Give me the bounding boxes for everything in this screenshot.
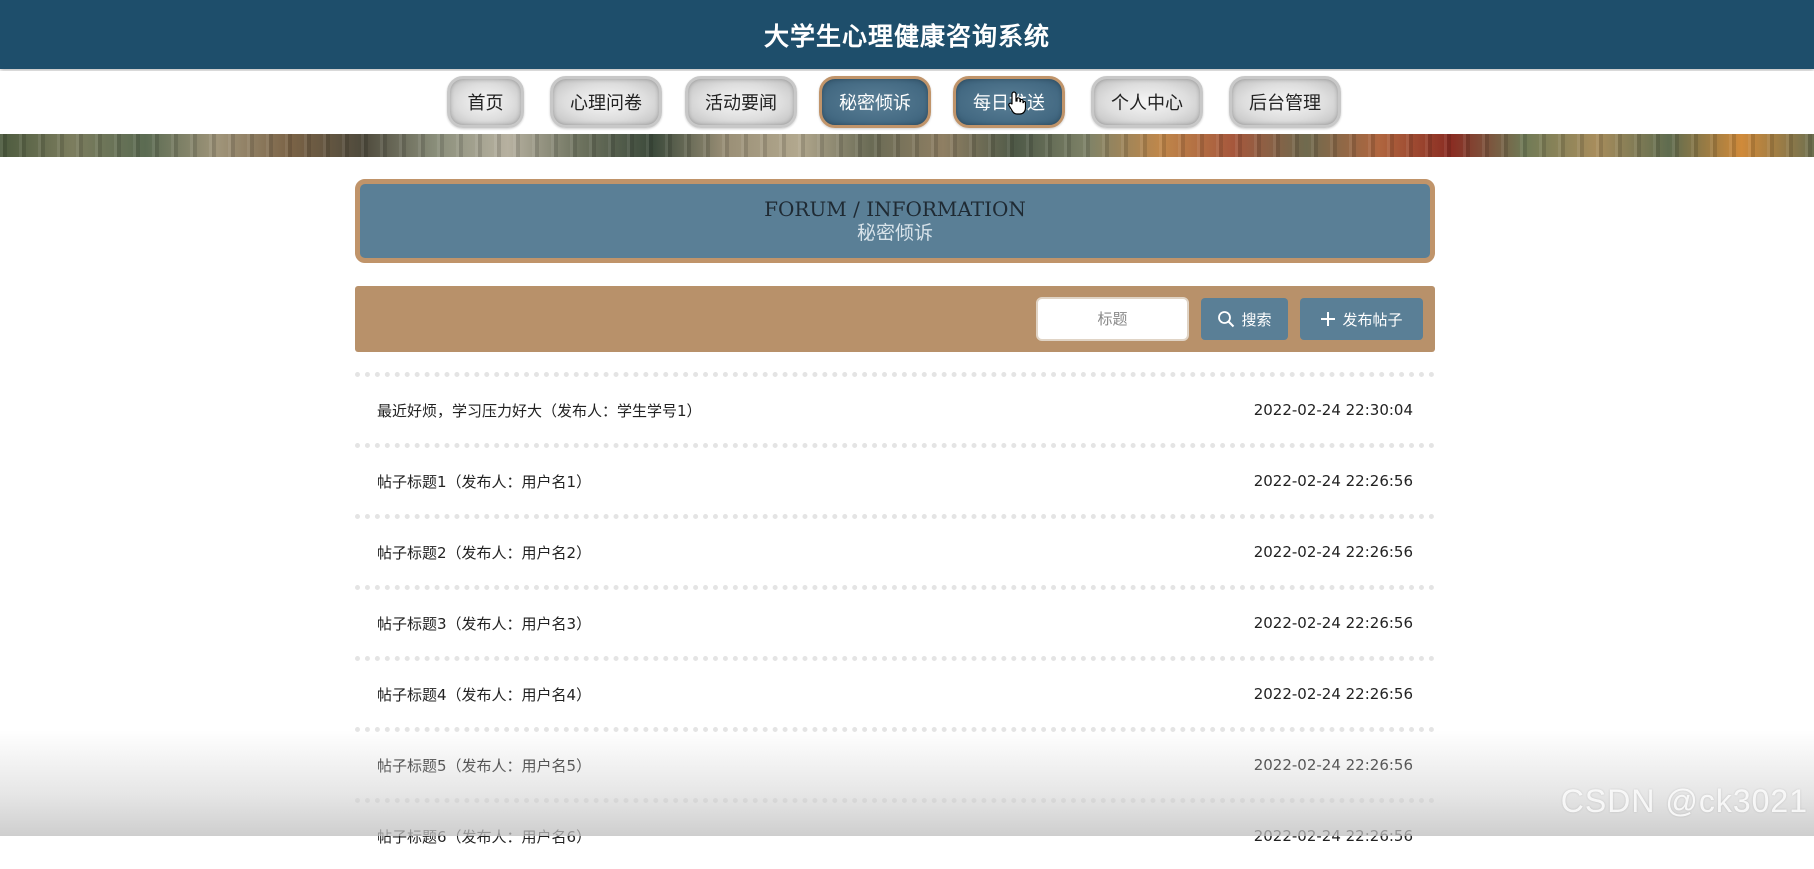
list-item[interactable]: 帖子标题6（发布人：用户名6） 2022-02-24 22:26:56: [355, 798, 1435, 869]
list-item[interactable]: 帖子标题1（发布人：用户名1） 2022-02-24 22:26:56: [355, 443, 1435, 514]
site-header: 大学生心理健康咨询系统: [0, 0, 1814, 69]
post-title[interactable]: 帖子标题6（发布人：用户名6）: [377, 826, 591, 847]
post-list: 最近好烦，学习压力好大（发布人：学生学号1） 2022-02-24 22:30:…: [355, 372, 1435, 869]
list-item[interactable]: 最近好烦，学习压力好大（发布人：学生学号1） 2022-02-24 22:30:…: [355, 372, 1435, 443]
banner-image: [0, 134, 1814, 157]
nav-item-label: 活动要闻: [705, 93, 777, 114]
post-time: 2022-02-24 22:26:56: [1253, 614, 1413, 632]
post-time: 2022-02-24 22:30:04: [1253, 401, 1413, 419]
page-title-en: FORUM / INFORMATION: [764, 197, 1026, 221]
post-time: 2022-02-24 22:26:56: [1253, 756, 1413, 774]
search-button-label: 搜索: [1241, 310, 1272, 329]
list-item[interactable]: 帖子标题4（发布人：用户名4） 2022-02-24 22:26:56: [355, 656, 1435, 727]
post-title[interactable]: 帖子标题5（发布人：用户名5）: [377, 755, 591, 776]
search-icon: [1217, 310, 1235, 328]
plus-icon: [1320, 311, 1336, 327]
nav-item-secret-talk[interactable]: 秘密倾诉: [819, 76, 931, 128]
list-item[interactable]: 帖子标题2（发布人：用户名2） 2022-02-24 22:26:56: [355, 514, 1435, 585]
nav-item-label: 心理问卷: [570, 93, 642, 114]
post-title[interactable]: 最近好烦，学习压力好大（发布人：学生学号1）: [377, 400, 702, 421]
post-time: 2022-02-24 22:26:56: [1253, 685, 1413, 703]
site-title: 大学生心理健康咨询系统: [763, 21, 1050, 51]
list-item[interactable]: 帖子标题5（发布人：用户名5） 2022-02-24 22:26:56: [355, 727, 1435, 798]
nav-item-home[interactable]: 首页: [447, 76, 524, 128]
list-item[interactable]: 帖子标题3（发布人：用户名3） 2022-02-24 22:26:56: [355, 585, 1435, 656]
page-title-cn: 秘密倾诉: [856, 222, 933, 244]
nav-item-news[interactable]: 活动要闻: [685, 76, 797, 128]
nav-item-admin[interactable]: 后台管理: [1229, 76, 1341, 128]
post-time: 2022-02-24 22:26:56: [1253, 472, 1413, 490]
search-button[interactable]: 搜索: [1201, 298, 1288, 340]
nav-item-questionnaire[interactable]: 心理问卷: [550, 76, 662, 128]
new-post-button-label: 发布帖子: [1342, 310, 1403, 329]
nav-item-label: 秘密倾诉: [839, 93, 911, 114]
new-post-button[interactable]: 发布帖子: [1300, 298, 1423, 340]
post-title[interactable]: 帖子标题1（发布人：用户名1）: [377, 471, 591, 492]
post-title[interactable]: 帖子标题2（发布人：用户名2）: [377, 542, 591, 563]
post-time: 2022-02-24 22:26:56: [1253, 543, 1413, 561]
nav-item-label: 后台管理: [1249, 93, 1321, 114]
hand-cursor-icon: [1008, 91, 1027, 119]
post-title[interactable]: 帖子标题3（发布人：用户名3）: [377, 613, 591, 634]
watermark: CSDN @ck3021: [1560, 783, 1808, 819]
nav-item-label: 首页: [467, 93, 504, 114]
search-input[interactable]: [1036, 297, 1189, 341]
post-time: 2022-02-24 22:26:56: [1253, 827, 1413, 845]
nav-item-label: 个人中心: [1111, 93, 1183, 114]
page-title-box: FORUM / INFORMATION 秘密倾诉: [355, 179, 1435, 263]
nav-item-personal-center[interactable]: 个人中心: [1091, 76, 1203, 128]
post-title[interactable]: 帖子标题4（发布人：用户名4）: [377, 684, 591, 705]
